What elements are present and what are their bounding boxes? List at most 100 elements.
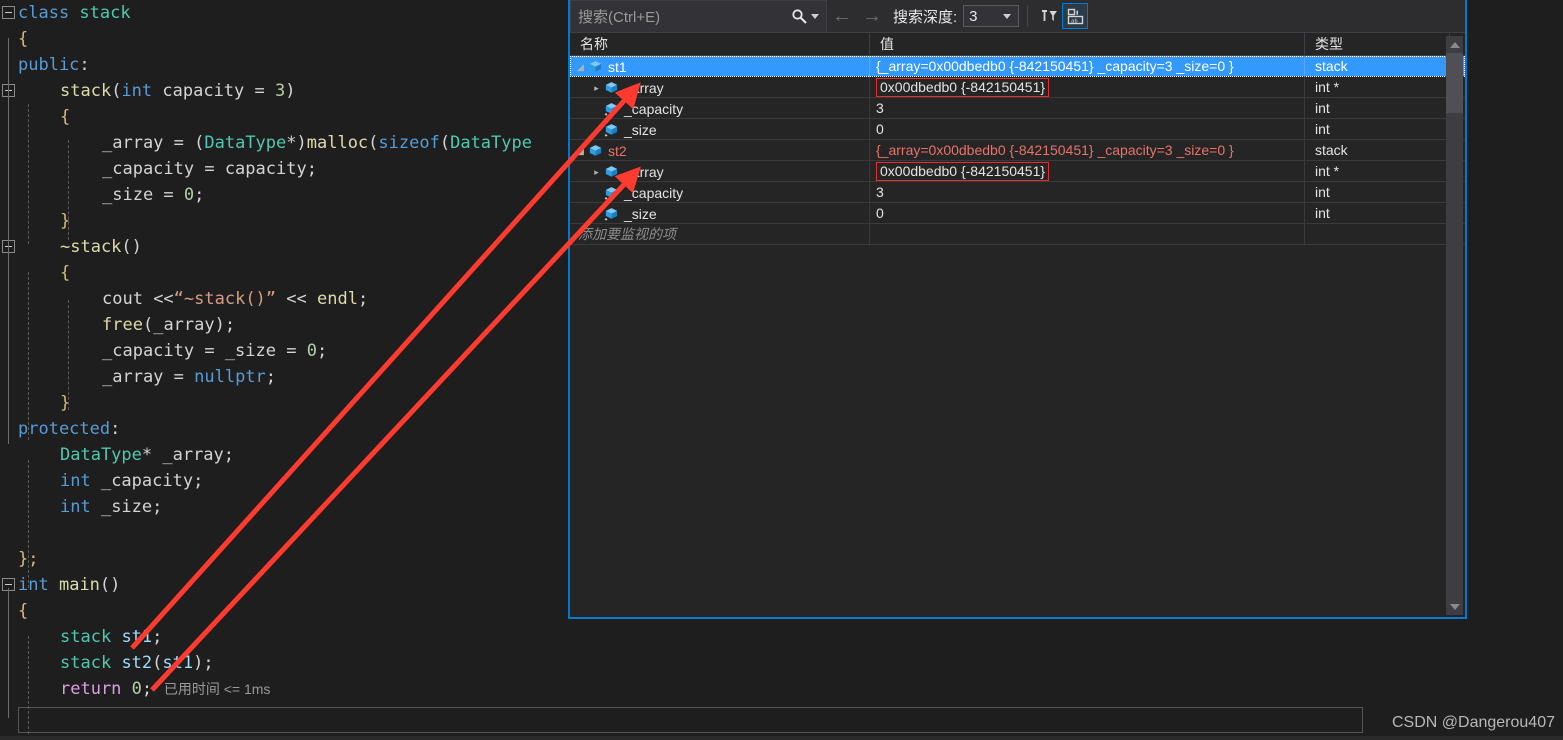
- code-token: free: [102, 315, 143, 335]
- watch-row-name-cell[interactable]: ▸ _array: [570, 77, 870, 98]
- watch-row-value: 0x00dbedb0 {-842150451}: [876, 162, 1050, 181]
- watch-row-name: _size: [624, 205, 657, 222]
- code-token: _array: [153, 315, 215, 335]
- watch-row-value-cell[interactable]: 3: [870, 182, 1305, 203]
- code-token: malloc: [306, 133, 369, 153]
- code-token: {: [18, 601, 29, 621]
- watch-vertical-scrollbar[interactable]: [1446, 36, 1463, 615]
- code-structure-guide: [68, 140, 69, 240]
- watch-row-name-cell[interactable]: ◢ st1: [570, 56, 870, 77]
- code-token: * _array;: [141, 445, 235, 465]
- code-token: st2: [121, 653, 153, 673]
- watch-row[interactable]: ◢ st2 {_array=0x00dbedb0 {-842150451} _cap…: [570, 140, 1465, 161]
- search-options-chevron-down-icon[interactable]: [811, 13, 819, 19]
- watch-row-name-cell[interactable]: _size: [570, 119, 870, 140]
- code-token: _capacity = capacity;: [102, 159, 317, 179]
- code-token: _array =: [102, 133, 195, 153]
- search-depth-combobox[interactable]: 3: [963, 5, 1020, 27]
- watch-row-name-cell[interactable]: ▸ _array: [570, 161, 870, 182]
- watch-row-value-cell[interactable]: {_array=0x00dbedb0 {-842150451} _capacit…: [870, 56, 1305, 77]
- watch-row-value-cell[interactable]: 0x00dbedb0 {-842150451}: [870, 77, 1305, 98]
- watch-row-name-cell[interactable]: _capacity: [570, 98, 870, 119]
- search-placeholder-text: 搜索(Ctrl+E): [578, 8, 661, 26]
- expander-empty: [590, 98, 603, 119]
- search-prev-arrow-icon[interactable]: ←: [827, 5, 857, 28]
- code-line[interactable]: stack st1;: [0, 624, 1563, 650]
- watch-row[interactable]: _size 0 int: [570, 203, 1465, 224]
- code-structure-guide: [8, 256, 9, 444]
- scroll-up-triangle-up-icon[interactable]: [1446, 36, 1463, 53]
- watch-row[interactable]: ▸ _array 0x00dbedb0 {-842150451} int *: [570, 161, 1465, 182]
- code-token: (: [194, 133, 205, 153]
- code-token: int: [121, 81, 153, 101]
- variable-cube-protected-icon: [603, 203, 620, 224]
- search-depth-value: 3: [969, 7, 978, 25]
- watch-row-value-cell[interactable]: 0: [870, 119, 1305, 140]
- watch-row[interactable]: _size 0 int: [570, 119, 1465, 140]
- hex-tab-icon[interactable]: ab: [1062, 3, 1089, 29]
- code-token: :: [79, 55, 90, 75]
- watch-row-value-cell[interactable]: 0: [870, 203, 1305, 224]
- watch-row-value-cell[interactable]: 3: [870, 98, 1305, 119]
- code-token: main: [58, 575, 100, 595]
- column-header-type[interactable]: 类型: [1305, 32, 1450, 56]
- scroll-down-triangle-down-icon[interactable]: [1446, 598, 1463, 615]
- expander-expanded-icon[interactable]: ◢: [574, 140, 587, 161]
- code-structure-guide: [28, 272, 29, 440]
- scrollbar-thumb[interactable]: [1446, 53, 1463, 113]
- search-icon[interactable]: [787, 8, 811, 25]
- expander-collapsed-icon[interactable]: ▸: [590, 161, 603, 182]
- expander-collapsed-icon[interactable]: ▸: [590, 77, 603, 98]
- code-token: (): [121, 237, 142, 257]
- watch-row[interactable]: ▸ _array 0x00dbedb0 {-842150451} int *: [570, 77, 1465, 98]
- watch-row[interactable]: _capacity 3 int: [570, 182, 1465, 203]
- code-token: capacity =: [152, 81, 275, 101]
- watch-row-name-cell[interactable]: _capacity: [570, 182, 870, 203]
- column-header-value[interactable]: 值: [870, 32, 1305, 56]
- pin-filter-icon[interactable]: [1036, 3, 1062, 29]
- code-structure-guide: [8, 38, 9, 256]
- expander-expanded-icon[interactable]: ◢: [574, 56, 587, 77]
- watch-row-value-cell[interactable]: 0x00dbedb0 {-842150451}: [870, 161, 1305, 182]
- search-input[interactable]: 搜索(Ctrl+E): [570, 0, 827, 33]
- search-depth-chevron-down-icon[interactable]: [1003, 13, 1012, 19]
- code-token: protected: [18, 419, 111, 439]
- variable-cube-icon: [603, 161, 620, 182]
- column-header-name[interactable]: 名称: [570, 32, 870, 56]
- watch-row-value: 3: [876, 100, 884, 116]
- code-token: “~stack()”: [173, 289, 277, 309]
- code-token: st1: [162, 653, 194, 673]
- watch-toolbar: 搜索(Ctrl+E) ← → 搜索深度: 3 ab: [570, 0, 1465, 33]
- search-next-arrow-icon[interactable]: →: [857, 5, 887, 28]
- code-line[interactable]: return 0; 已用时间 <= 1ms: [0, 676, 1563, 702]
- watch-row-name-cell[interactable]: _size: [570, 203, 870, 224]
- code-token: :: [110, 419, 121, 439]
- watch-row[interactable]: _capacity 3 int: [570, 98, 1465, 119]
- watch-row[interactable]: ◢ st1 {_array=0x00dbedb0 {-842150451} _cap…: [570, 56, 1465, 77]
- fold-minus-icon[interactable]: [2, 6, 15, 19]
- code-token: class: [18, 3, 80, 23]
- code-token: ;: [152, 627, 163, 647]
- code-token: );: [214, 315, 236, 335]
- screenshot-root: class stack{public: stack(int capacity = …: [0, 0, 1563, 740]
- watch-row-value-cell[interactable]: {_array=0x00dbedb0 {-842150451} _capacit…: [870, 140, 1305, 161]
- watch-row-value: 0: [876, 121, 884, 137]
- watch-row-name: _capacity: [624, 100, 684, 117]
- add-watch-row[interactable]: 添加要监视的项: [570, 224, 1465, 245]
- code-structure-guide: [68, 300, 69, 410]
- code-line[interactable]: stack st2(st1);: [0, 650, 1563, 676]
- code-token: DataType: [204, 133, 287, 153]
- watch-row-name-cell[interactable]: ◢ st2: [570, 140, 870, 161]
- code-token: ;: [265, 367, 277, 387]
- code-token: _capacity = _size =: [102, 341, 307, 361]
- add-watch-type-cell: [1305, 224, 1450, 245]
- code-token: ;: [141, 679, 153, 699]
- add-watch-label: 添加要监视的项: [578, 226, 676, 242]
- svg-text:ab: ab: [1071, 18, 1078, 24]
- watch-row-value: {_array=0x00dbedb0 {-842150451} _capacit…: [876, 58, 1234, 74]
- current-line-highlight: [18, 707, 1363, 733]
- code-token: stack: [60, 627, 112, 647]
